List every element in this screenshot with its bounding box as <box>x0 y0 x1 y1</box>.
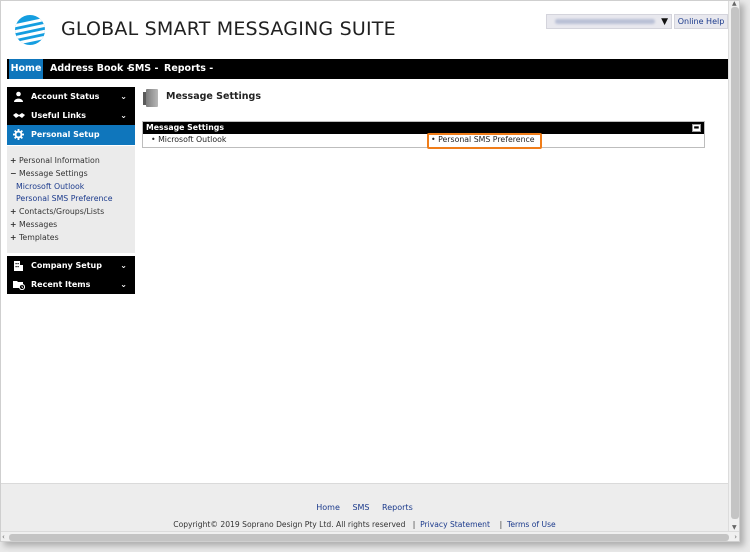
footer-copyright-line: Copyright© 2019 Soprano Design Pty Ltd. … <box>1 520 728 529</box>
panel-collapse-icon[interactable]: ▬ <box>692 124 701 132</box>
personal-setup-submenu: + Personal Information − Message Settings … <box>7 146 135 253</box>
footer: Home SMS Reports Copyright© 2019 Soprano… <box>1 483 728 531</box>
sidebar-item-personal-setup[interactable]: Personal Setup <box>7 125 135 145</box>
sidebar-item-useful-links[interactable]: Useful Links ⌄ <box>7 106 135 125</box>
submenu-microsoft-outlook[interactable]: Microsoft Outlook <box>7 181 135 194</box>
top-navigation: Home Address Book - SMS - Reports - <box>7 59 728 79</box>
chevron-down-icon: ⌄ <box>120 280 127 289</box>
nav-reports[interactable]: Reports - <box>164 59 213 79</box>
handshake-icon <box>13 110 25 121</box>
horizontal-scroll-thumb[interactable] <box>9 534 729 541</box>
user-account-dropdown[interactable]: ▼ <box>546 14 672 29</box>
att-globe-logo-icon <box>15 15 45 45</box>
sidebar-item-account-status[interactable]: Account Status ⌄ <box>7 87 135 106</box>
horizontal-scrollbar[interactable]: ‹ › <box>1 531 739 541</box>
vertical-scroll-thumb[interactable] <box>731 7 739 519</box>
expand-icon: + <box>10 219 17 229</box>
submenu-templates[interactable]: + Templates <box>7 232 135 245</box>
online-help-link[interactable]: Online Help <box>674 14 728 29</box>
sidebar-item-label: Company Setup <box>31 261 102 270</box>
scroll-down-icon[interactable]: ▼ <box>732 524 737 531</box>
building-icon <box>13 260 24 271</box>
submenu-contacts-groups-lists[interactable]: + Contacts/Groups/Lists <box>7 206 135 219</box>
recent-folder-icon <box>13 279 26 291</box>
panel-title: Message Settings <box>146 123 224 132</box>
sidebar-item-label: Useful Links <box>31 111 87 120</box>
sidebar-item-recent-items[interactable]: Recent Items ⌄ <box>7 275 135 294</box>
page-title: Message Settings <box>166 91 262 102</box>
privacy-statement-link[interactable]: Privacy Statement <box>420 520 490 529</box>
submenu-message-settings[interactable]: − Message Settings <box>7 168 135 181</box>
submenu-label: Templates <box>19 232 59 242</box>
sidebar-item-label: Account Status <box>31 92 100 101</box>
submenu-personal-information[interactable]: + Personal Information <box>7 155 135 168</box>
expand-icon: + <box>10 156 17 165</box>
chevron-down-icon: ⌄ <box>120 261 127 270</box>
footer-separator: | <box>412 520 416 529</box>
chevron-down-icon: ⌄ <box>120 92 127 101</box>
submenu-label: Message Settings <box>19 168 88 178</box>
submenu-label: Messages <box>19 219 58 229</box>
vertical-scrollbar[interactable]: ▲ ▼ <box>728 1 739 531</box>
gear-icon <box>13 129 24 140</box>
collapse-icon: − <box>10 168 17 178</box>
terms-of-use-link[interactable]: Terms of Use <box>507 520 556 529</box>
expand-icon: + <box>10 207 17 217</box>
submenu-messages[interactable]: + Messages <box>7 219 135 232</box>
sidebar-top: Account Status ⌄ Useful Links ⌄ Personal… <box>7 87 135 145</box>
person-icon <box>13 91 24 102</box>
copyright-text: Copyright© 2019 Soprano Design Pty Ltd. … <box>173 520 406 529</box>
footer-link-home[interactable]: Home <box>316 503 340 512</box>
sidebar-bottom: Company Setup ⌄ Recent Items ⌄ <box>7 256 135 294</box>
scroll-right-icon[interactable]: › <box>734 532 737 541</box>
nav-address-book[interactable]: Address Book - <box>50 59 131 79</box>
nav-home[interactable]: Home <box>9 59 43 79</box>
expand-icon: + <box>10 232 17 242</box>
sidebar-item-label: Personal Setup <box>31 130 100 139</box>
user-email-redacted <box>555 19 655 24</box>
dropdown-arrow-icon: ▼ <box>661 17 668 27</box>
footer-link-reports[interactable]: Reports <box>382 503 413 512</box>
footer-links: Home SMS Reports <box>1 503 728 512</box>
panel-link-microsoft-outlook[interactable]: • Microsoft Outlook <box>151 135 226 144</box>
chevron-down-icon: ⌄ <box>120 111 127 120</box>
footer-link-sms[interactable]: SMS <box>352 503 369 512</box>
scroll-up-icon[interactable]: ▲ <box>732 1 737 7</box>
app-title: GLOBAL SMART MESSAGING SUITE <box>61 18 396 40</box>
submenu-label: Personal Information <box>19 156 100 165</box>
panel-header: Message Settings <box>143 122 704 134</box>
submenu-personal-sms-preference[interactable]: Personal SMS Preference <box>7 193 135 206</box>
highlight-box <box>427 133 542 149</box>
header: GLOBAL SMART MESSAGING SUITE ▼ Online He… <box>1 1 728 59</box>
scroll-left-icon[interactable]: ‹ <box>2 532 5 541</box>
submenu-label: Contacts/Groups/Lists <box>19 207 105 217</box>
footer-separator: | <box>499 520 503 529</box>
sidebar-item-label: Recent Items <box>31 280 91 289</box>
sidebar-item-company-setup[interactable]: Company Setup ⌄ <box>7 256 135 275</box>
nav-sms[interactable]: SMS - <box>128 59 158 79</box>
browser-frame: GLOBAL SMART MESSAGING SUITE ▼ Online He… <box>0 0 740 542</box>
message-settings-page-icon <box>143 89 158 107</box>
message-settings-panel: Message Settings ▬ • Microsoft Outlook •… <box>142 121 705 148</box>
